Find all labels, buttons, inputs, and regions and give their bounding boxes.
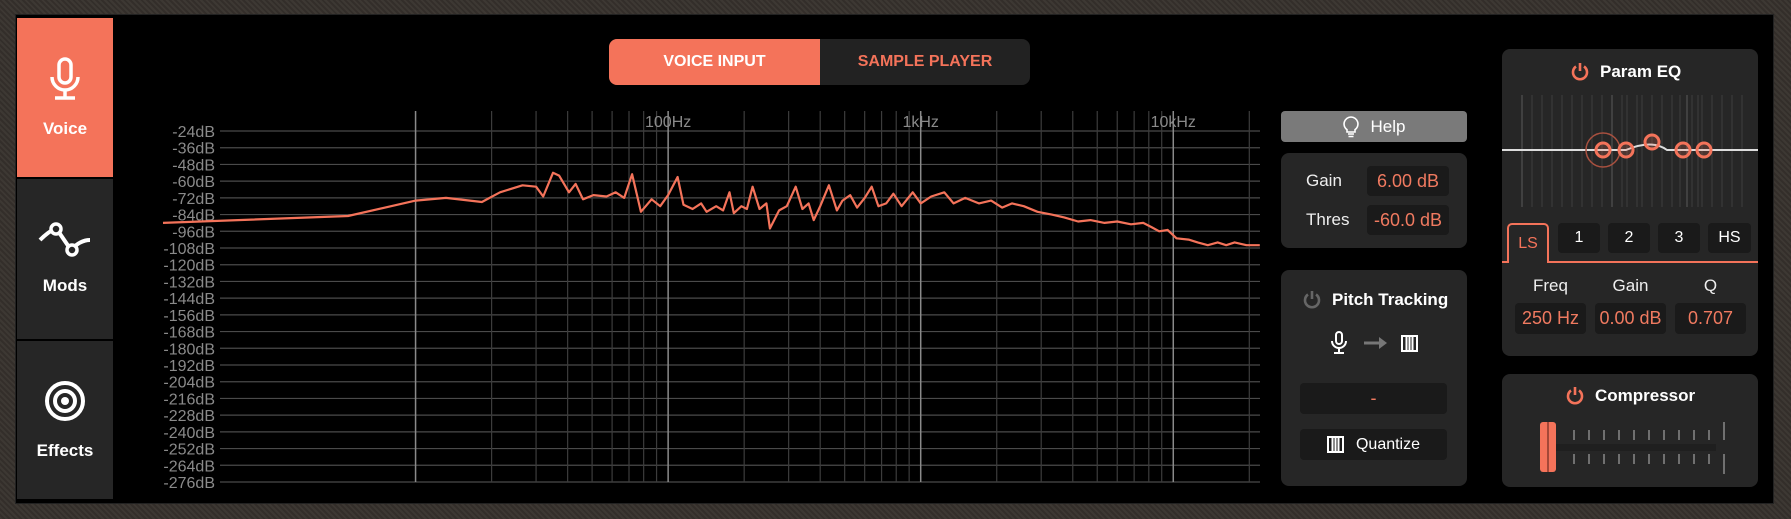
y-tick-label: -168dB bbox=[163, 325, 215, 342]
eq-band-node bbox=[1695, 141, 1713, 159]
eq-band-node bbox=[1643, 133, 1661, 151]
power-icon[interactable] bbox=[1302, 290, 1322, 310]
param-eq-title: Param EQ bbox=[1600, 62, 1682, 81]
y-tick-label: -228dB bbox=[163, 408, 215, 425]
eq-band-tab-3[interactable]: 3 bbox=[1658, 223, 1700, 253]
power-icon[interactable] bbox=[1570, 62, 1590, 82]
y-tick-label: -36dB bbox=[172, 141, 215, 158]
y-tick-label: -156dB bbox=[163, 308, 215, 325]
y-tick-label: -180dB bbox=[163, 341, 215, 358]
eq-band-node bbox=[1594, 141, 1612, 159]
eq-band-node bbox=[1674, 141, 1692, 159]
compressor-header: Compressor bbox=[1565, 386, 1695, 406]
detected-note-value: - bbox=[1300, 383, 1447, 414]
eq-freq-value[interactable]: 250 Hz bbox=[1515, 303, 1586, 334]
y-tick-label: -240dB bbox=[163, 425, 215, 442]
eq-q-label: Q bbox=[1703, 276, 1718, 295]
y-tick-label: -72dB bbox=[172, 191, 215, 208]
y-tick-label: -144dB bbox=[163, 291, 215, 308]
y-tick-label: -204dB bbox=[163, 375, 215, 392]
y-tick-label: -192dB bbox=[163, 358, 215, 375]
y-tick-label: -120dB bbox=[163, 258, 215, 275]
compressor-title: Compressor bbox=[1595, 386, 1696, 405]
lightbulb-icon bbox=[1342, 115, 1359, 137]
spectrum-analyzer: -24dB-36dB-48dB-60dB-72dB-84dB-96dB-108d… bbox=[162, 111, 1260, 492]
piano-icon bbox=[1326, 436, 1344, 453]
y-tick-label: -24dB bbox=[172, 124, 215, 141]
eq-band-tab-ls[interactable]: LS bbox=[1507, 223, 1549, 263]
y-tick-label: -108dB bbox=[163, 241, 215, 258]
y-tick-label: -216dB bbox=[163, 391, 215, 408]
y-tick-label: -252dB bbox=[163, 442, 215, 459]
spectrum-line bbox=[162, 171, 1260, 247]
thres-label: Thres bbox=[1306, 210, 1350, 229]
pitch-tracking-header: Pitch Tracking bbox=[1302, 290, 1448, 310]
arrow-right-icon bbox=[1364, 337, 1387, 349]
y-tick-label: -96dB bbox=[172, 224, 215, 241]
x-tick-label: 1kHz bbox=[902, 114, 938, 131]
piano-icon bbox=[1401, 335, 1418, 352]
eq-freq-label: Freq bbox=[1533, 276, 1568, 295]
quantize-button[interactable]: Quantize bbox=[1300, 429, 1447, 460]
y-tick-label: -276dB bbox=[163, 475, 215, 492]
thres-value[interactable]: -60.0 dB bbox=[1367, 205, 1449, 235]
y-tick-label: -48dB bbox=[172, 157, 215, 174]
y-tick-label: -60dB bbox=[172, 174, 215, 191]
x-tick-label: 100Hz bbox=[645, 114, 691, 131]
quantize-label: Quantize bbox=[1355, 435, 1421, 453]
eq-band-tab-2[interactable]: 2 bbox=[1608, 223, 1650, 253]
eq-band-tab-1[interactable]: 1 bbox=[1558, 223, 1600, 253]
x-tick-label: 10kHz bbox=[1151, 114, 1196, 131]
eq-band-node bbox=[1617, 141, 1635, 159]
gain-value[interactable]: 6.00 dB bbox=[1367, 166, 1449, 196]
help-button[interactable]: Help bbox=[1281, 111, 1467, 142]
param-eq-header: Param EQ bbox=[1570, 62, 1681, 82]
y-tick-label: -264dB bbox=[163, 458, 215, 475]
microphone-icon bbox=[1331, 331, 1347, 354]
eq-gain-label: Gain bbox=[1612, 276, 1649, 295]
slider-track bbox=[1548, 444, 1716, 451]
compressor-slider[interactable] bbox=[1530, 422, 1730, 476]
power-icon[interactable] bbox=[1565, 386, 1585, 406]
y-tick-label: -132dB bbox=[163, 274, 215, 291]
pitch-tracking-title: Pitch Tracking bbox=[1332, 290, 1449, 309]
eq-curve-display[interactable] bbox=[1502, 95, 1758, 208]
help-label: Help bbox=[1370, 116, 1406, 136]
gain-label: Gain bbox=[1306, 171, 1342, 190]
eq-gain-value[interactable]: 0.00 dB bbox=[1595, 303, 1666, 334]
eq-q-value[interactable]: 0.707 bbox=[1675, 303, 1746, 334]
eq-band-tab-hs[interactable]: HS bbox=[1708, 223, 1751, 253]
